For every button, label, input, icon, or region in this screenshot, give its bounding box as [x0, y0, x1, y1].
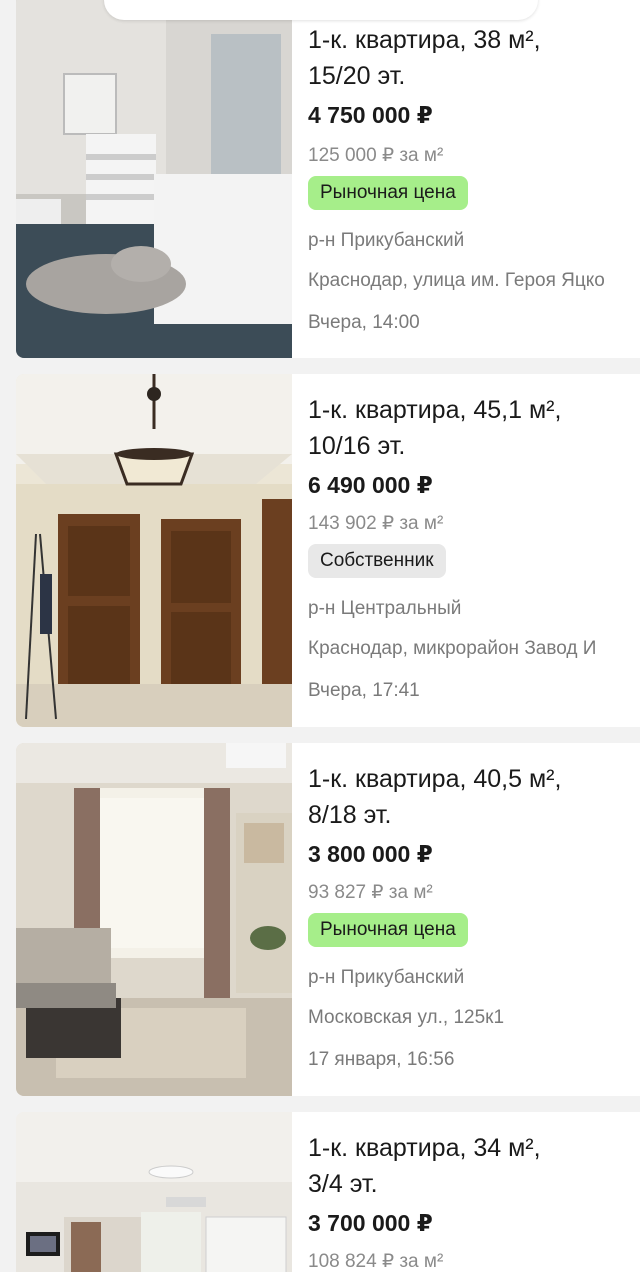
listing-card[interactable]: 1-к. квартира, 40,5 м², 8/18 эт. 3 800 0…: [16, 743, 640, 1096]
price-per-m2: 108 824 ₽ за м²: [308, 1251, 444, 1272]
listing-title-line1: 1-к. квартира, 45,1 м²,: [308, 396, 562, 424]
listing-title-line1: 1-к. квартира, 34 м²,: [308, 1134, 541, 1162]
listing-photo[interactable]: [16, 743, 292, 1096]
listing-title[interactable]: 1-к. квартира, 38 м², 15/20 эт.: [308, 22, 640, 94]
listing-price: 3 800 000 ₽: [308, 841, 433, 867]
listing-address: Краснодар, микрорайон Завод И: [308, 638, 597, 659]
living-room-photo: [16, 743, 292, 1096]
listing-title-line2: 3/4 эт.: [308, 1170, 378, 1198]
listing-card[interactable]: 1-к. квартира, 38 м², 15/20 эт. 4 750 00…: [16, 0, 640, 358]
listing-district: р-н Прикубанский: [308, 967, 465, 988]
listing-title[interactable]: 1-к. квартира, 40,5 м², 8/18 эт.: [308, 761, 640, 833]
listing-photo[interactable]: [16, 374, 292, 727]
listing-address: Краснодар, улица им. Героя Яцко: [308, 270, 605, 291]
listings-page: 1-к. квартира, 38 м², 15/20 эт. 4 750 00…: [0, 0, 640, 1272]
market-price-badge: Рыночная цена: [308, 913, 468, 947]
listing-photo[interactable]: [16, 1112, 292, 1272]
price-per-m2: 125 000 ₽ за м²: [308, 145, 444, 166]
market-price-badge: Рыночная цена: [308, 176, 468, 210]
listing-district: р-н Центральный: [308, 598, 462, 619]
price-per-m2: 93 827 ₽ за м²: [308, 882, 433, 903]
listing-title-line2: 8/18 эт.: [308, 801, 392, 829]
owner-badge: Собственник: [308, 544, 446, 578]
listing-date: Вчера, 17:41: [308, 680, 420, 701]
listing-card[interactable]: 1-к. квартира, 34 м², 3/4 эт. 3 700 000 …: [16, 1112, 640, 1272]
listing-price: 4 750 000 ₽: [308, 102, 433, 128]
hallway-photo: [16, 374, 292, 727]
listing-district: р-н Прикубанский: [308, 230, 465, 251]
listing-price: 3 700 000 ₽: [308, 1210, 433, 1236]
listing-title[interactable]: 1-к. квартира, 34 м², 3/4 эт.: [308, 1130, 640, 1202]
listing-address: Московская ул., 125к1: [308, 1007, 505, 1028]
listing-title-line2: 15/20 эт.: [308, 62, 406, 90]
listing-title-line1: 1-к. квартира, 38 м²,: [308, 26, 541, 54]
bathroom-photo: [16, 0, 292, 358]
listing-date: 17 января, 16:56: [308, 1049, 455, 1070]
listing-price: 6 490 000 ₽: [308, 472, 433, 498]
room-photo: [16, 1112, 292, 1272]
listing-title-line2: 10/16 эт.: [308, 432, 406, 460]
search-bar[interactable]: [104, 0, 538, 20]
listing-card[interactable]: 1-к. квартира, 45,1 м², 10/16 эт. 6 490 …: [16, 374, 640, 727]
listing-title-line1: 1-к. квартира, 40,5 м²,: [308, 765, 562, 793]
listing-title[interactable]: 1-к. квартира, 45,1 м², 10/16 эт.: [308, 392, 640, 464]
listing-photo[interactable]: [16, 0, 292, 358]
listing-date: Вчера, 14:00: [308, 312, 420, 333]
price-per-m2: 143 902 ₽ за м²: [308, 513, 444, 534]
